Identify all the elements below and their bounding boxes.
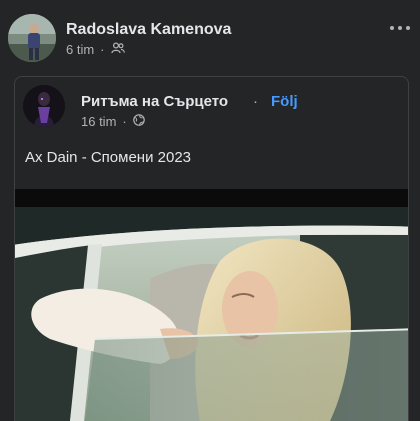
video-player[interactable] (15, 189, 408, 421)
post-header: Radoslava Kamenova 6 tim · (0, 0, 420, 66)
page-avatar[interactable] (23, 85, 65, 127)
author-avatar[interactable] (8, 14, 56, 62)
post-time[interactable]: 6 tim (66, 42, 94, 57)
meta-separator: · (100, 42, 105, 57)
shared-post-time[interactable]: 16 tim (81, 114, 116, 129)
page-separator: · (253, 93, 258, 110)
page-name[interactable]: Ритъма на Сърцето (81, 93, 228, 110)
shared-post-card[interactable]: Ритъма на Сърцето · Följ 16 tim · Ax Dai… (14, 76, 409, 421)
globe-icon (132, 114, 145, 129)
follow-button[interactable]: Följ (271, 93, 298, 110)
shared-post-text: Ax Dain - Спомени 2023 (25, 149, 192, 166)
video-frame (15, 189, 408, 421)
shared-post-meta: 16 tim · (81, 114, 145, 129)
more-options-icon[interactable] (390, 18, 410, 38)
author-name[interactable]: Radoslava Kamenova (66, 21, 231, 39)
page-avatar-image (23, 85, 65, 127)
friends-icon (110, 42, 125, 57)
shared-meta-separator: · (122, 114, 127, 129)
post-meta: 6 tim · (66, 42, 125, 57)
author-avatar-image (8, 14, 56, 62)
